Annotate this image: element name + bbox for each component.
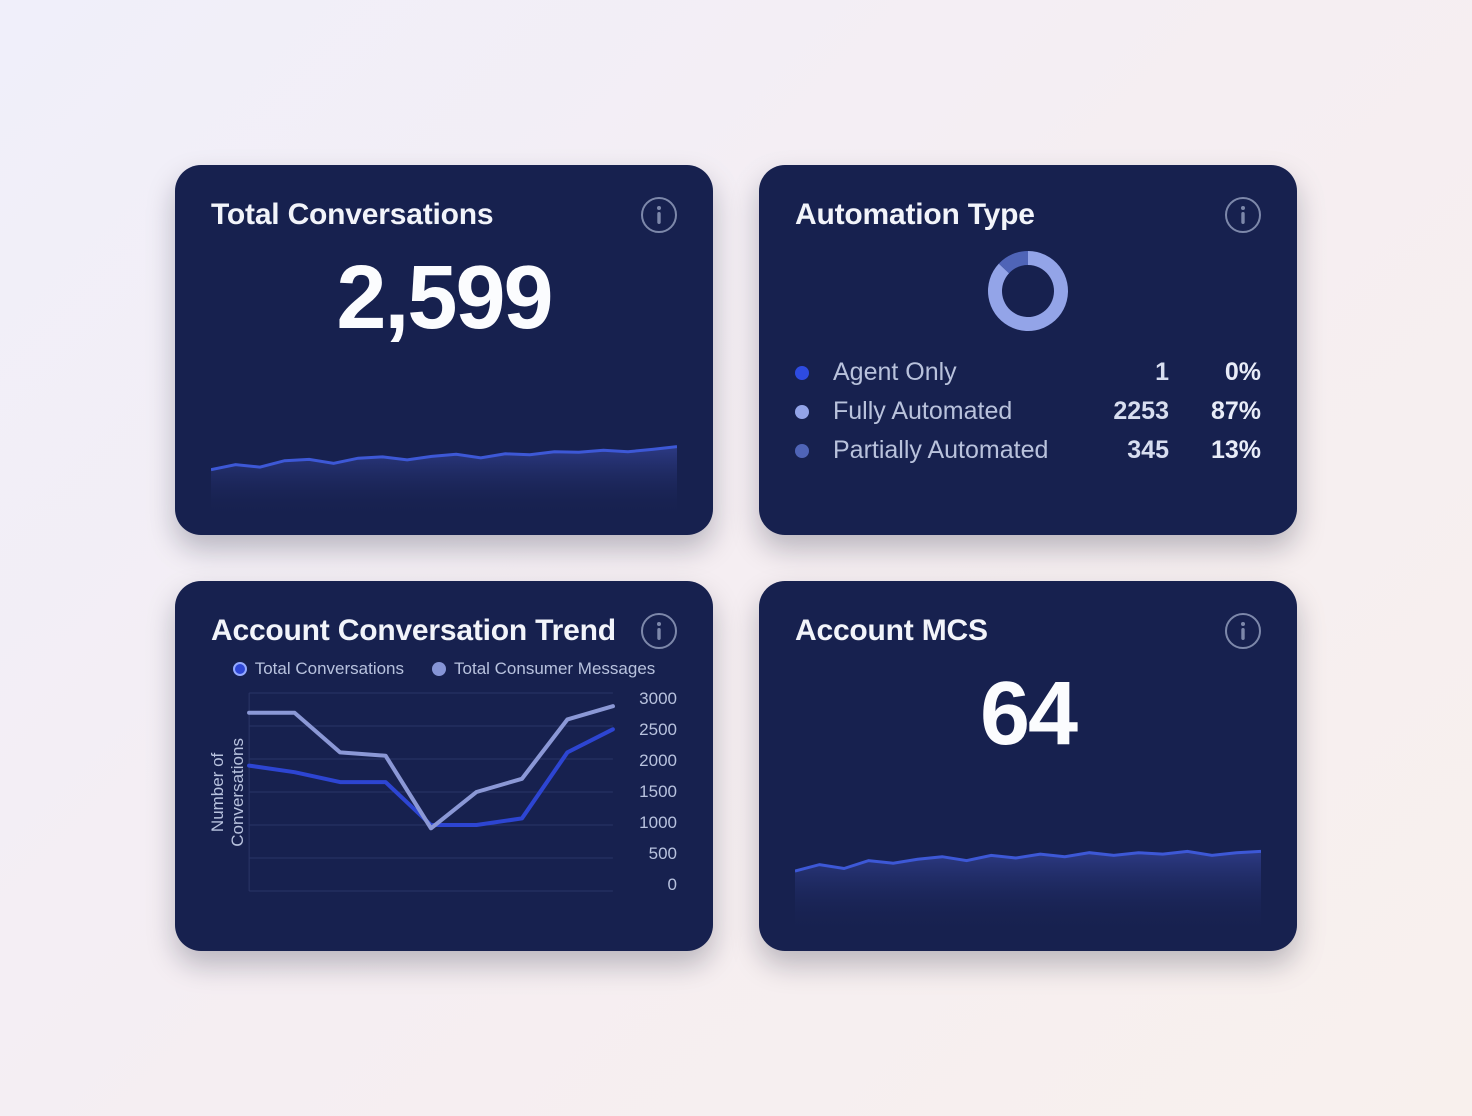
y-tick-label: 3000 — [639, 689, 677, 709]
y-tick-label: 2500 — [639, 720, 677, 740]
info-icon[interactable] — [641, 613, 677, 649]
trend-legend: Total Conversations Total Consumer Messa… — [211, 659, 677, 679]
automation-legend-row: Agent Only 1 0% — [795, 353, 1261, 392]
automation-legend-row: Partially Automated 345 13% — [795, 431, 1261, 470]
card-title: Automation Type — [795, 198, 1035, 232]
account-trend-card: Account Conversation Trend Total Convers… — [175, 581, 713, 951]
y-tick-label: 1500 — [639, 782, 677, 802]
info-icon[interactable] — [1225, 613, 1261, 649]
automation-legend-row: Fully Automated 2253 87% — [795, 392, 1261, 431]
legend-label: Total Consumer Messages — [454, 659, 655, 679]
legend-dot-icon — [795, 444, 809, 458]
total-conversations-sparkline — [211, 407, 677, 517]
automation-donut-chart — [980, 243, 1076, 339]
legend-percent: 13% — [1187, 436, 1261, 465]
legend-dot-icon — [795, 366, 809, 380]
legend-count: 1 — [1089, 358, 1169, 387]
legend-label: Total Conversations — [255, 659, 404, 679]
card-header: Total Conversations — [211, 197, 677, 233]
dashboard-grid: Total Conversations 2,599 Automation Typ… — [175, 165, 1297, 951]
legend-percent: 87% — [1187, 397, 1261, 426]
info-icon[interactable] — [1225, 197, 1261, 233]
legend-count: 345 — [1089, 436, 1169, 465]
account-trend-chart — [245, 687, 617, 897]
y-axis-label: Number of Conversations — [208, 738, 249, 847]
card-title: Account Conversation Trend — [211, 614, 616, 648]
legend-label: Agent Only — [833, 358, 1071, 387]
total-conversations-card: Total Conversations 2,599 — [175, 165, 713, 535]
info-icon[interactable] — [641, 197, 677, 233]
y-tick-label: 0 — [668, 875, 677, 895]
automation-type-card: Automation Type Agent Only 1 0% Fully Autom… — [759, 165, 1297, 535]
card-header: Automation Type — [795, 197, 1261, 233]
card-header: Account Conversation Trend — [211, 613, 677, 649]
account-mcs-card: Account MCS 64 — [759, 581, 1297, 951]
legend-dot-icon — [795, 405, 809, 419]
legend-dot-icon — [233, 662, 247, 676]
y-tick-label: 500 — [649, 844, 677, 864]
y-tick-label: 1000 — [639, 813, 677, 833]
y-tick-label: 2000 — [639, 751, 677, 771]
card-header: Account MCS — [795, 613, 1261, 649]
legend-count: 2253 — [1089, 397, 1169, 426]
y-axis-ticks: 3000 2500 2000 1500 1000 500 0 — [617, 687, 677, 897]
legend-percent: 0% — [1187, 358, 1261, 387]
account-mcs-sparkline — [795, 783, 1261, 933]
legend-label: Fully Automated — [833, 397, 1071, 426]
total-conversations-value: 2,599 — [211, 247, 677, 350]
card-title: Account MCS — [795, 614, 988, 648]
card-title: Total Conversations — [211, 198, 493, 232]
legend-label: Partially Automated — [833, 436, 1071, 465]
automation-legend: Agent Only 1 0% Fully Automated 2253 87% Parti… — [795, 353, 1261, 470]
account-mcs-value: 64 — [795, 663, 1261, 766]
legend-dot-icon — [432, 662, 446, 676]
